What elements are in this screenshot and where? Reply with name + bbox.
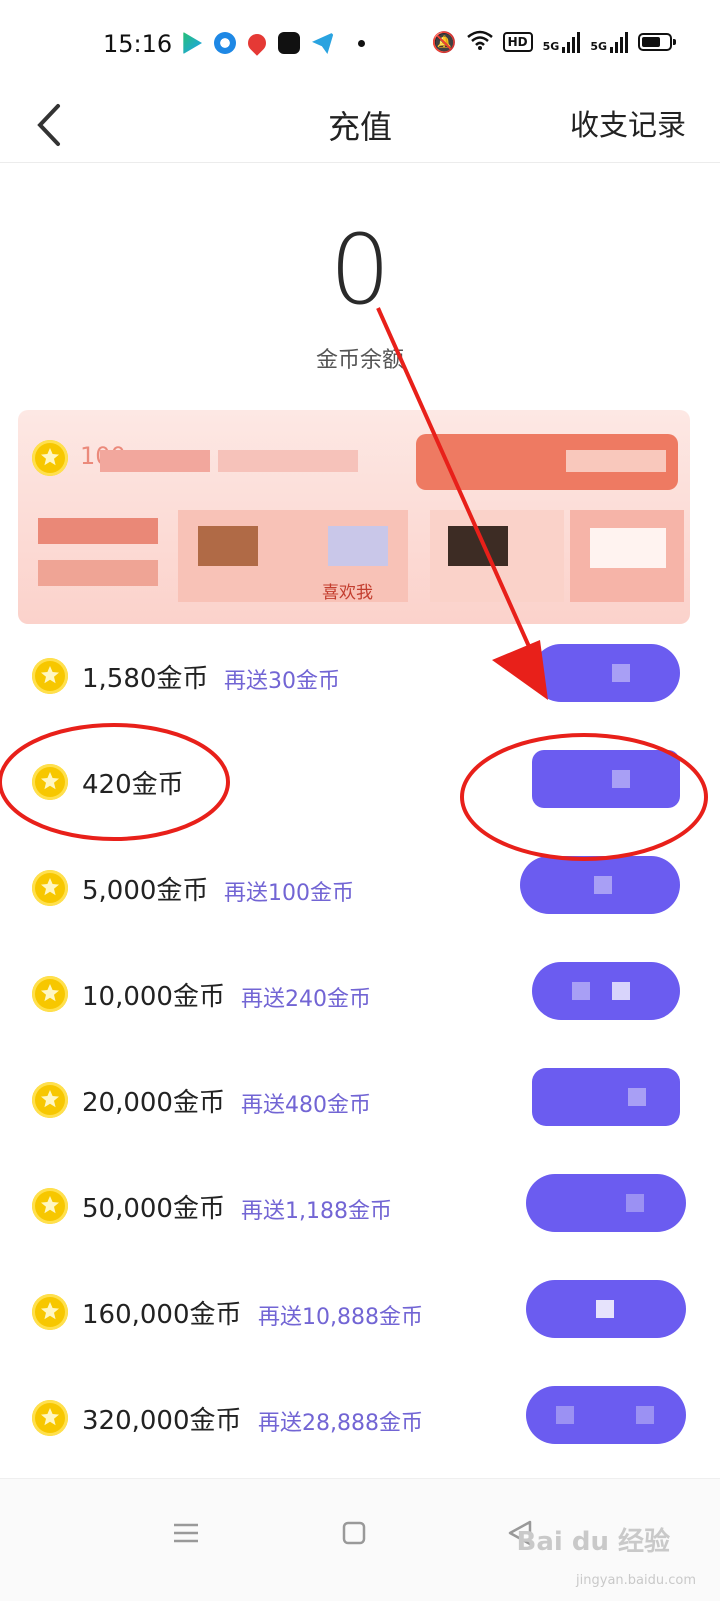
battery-icon [638,33,676,51]
pixelated-block [590,528,666,568]
coin-icon [32,1400,68,1436]
pixelated-block [38,560,158,586]
telegram-app-icon [312,32,334,54]
mute-icon: 🔕 [431,30,457,54]
pixelated-block [100,450,210,472]
package-row[interactable]: 5,000金币 再送100金币 [0,836,720,944]
package-bonus: 再送1,188金币 [241,1199,392,1224]
pixelated-block [448,526,508,566]
baidu-watermark: Bai du 经验 [516,1527,671,1557]
system-navigation-bar: Bai du 经验 jingyan.baidu.com [0,1478,720,1601]
package-row[interactable]: 320,000金币 再送28,888金币 [0,1366,720,1474]
coin-balance-value: 0 [329,214,391,326]
package-amount: 160,000金币 [82,1300,242,1330]
package-bonus: 再送100金币 [224,881,354,906]
package-amount: 50,000金币 [82,1194,225,1224]
package-row[interactable]: 50,000金币 再送1,188金币 [0,1154,720,1262]
status-app-icons [180,30,365,56]
package-amount: 5,000金币 [82,876,209,906]
price-button[interactable] [532,750,680,808]
coin-icon [32,658,68,694]
map-app-icon [244,30,270,56]
pixelated-block [38,518,158,544]
pixelated-block [328,526,388,566]
price-button[interactable] [526,1174,686,1232]
pixelated-block [566,450,666,472]
coin-icon [32,976,68,1012]
video-app-icon [183,32,202,54]
package-amount: 20,000金币 [82,1088,225,1118]
status-time: 15:16 [103,30,173,58]
package-amount: 10,000金币 [82,982,225,1012]
signal-5g-1: 5G [543,31,581,53]
network-type-label: 5G [590,40,607,53]
package-bonus: 再送10,888金币 [258,1305,423,1330]
promo-banner[interactable]: 100 喜欢我 [18,410,690,624]
package-row[interactable]: 1,580金币 再送30金币 [0,624,720,732]
network-type-label: 5G [542,40,560,53]
transaction-records-link[interactable]: 收支记录 [570,102,686,144]
package-bonus: 再送30金币 [224,669,340,694]
browser-app-icon [214,32,236,54]
status-indicators: 🔕 HD 5G 5G [431,30,676,54]
coin-icon [32,870,68,906]
recents-button[interactable] [166,1513,216,1563]
price-button[interactable] [526,1280,686,1338]
promo-visible-text: 喜欢我 [322,583,373,603]
package-row[interactable]: 160,000金币 再送10,888金币 [0,1260,720,1368]
package-amount: 1,580金币 [82,664,209,694]
tiktok-app-icon [278,32,300,54]
app-header: 充值 收支记录 [0,90,720,163]
more-notifications-icon [358,39,365,47]
signal-5g-2: 5G [590,31,628,53]
status-bar: 15:16 🔕 HD 5G 5G [0,0,720,90]
pixelated-block [198,526,258,566]
package-bonus: 再送480金币 [241,1093,371,1118]
baidu-watermark-url: jingyan.baidu.com [576,1573,696,1588]
wifi-icon [466,30,493,54]
menu-icon [174,1523,198,1543]
price-button[interactable] [532,1068,680,1126]
hd-badge: HD [502,32,533,52]
package-row[interactable]: 10,000金币 再送240金币 [0,942,720,1050]
package-row[interactable]: 20,000金币 再送480金币 [0,1048,720,1156]
square-icon [342,1521,366,1545]
coin-icon [32,440,68,476]
package-row[interactable]: 420金币 [0,730,720,838]
package-bonus: 再送28,888金币 [258,1411,423,1436]
home-button[interactable] [334,1513,384,1563]
package-amount: 320,000金币 [82,1406,242,1436]
price-button[interactable] [526,1386,686,1444]
coin-icon [32,1294,68,1330]
price-button[interactable] [532,962,680,1020]
price-button[interactable] [520,856,680,914]
coin-icon [32,764,68,800]
coin-icon [32,1188,68,1224]
coin-balance-label: 金币余额 [315,348,404,373]
package-amount: 420金币 [82,770,184,800]
price-button[interactable] [532,644,680,702]
coin-icon [32,1082,68,1118]
package-bonus: 再送240金币 [241,987,371,1012]
pixelated-block [218,450,358,472]
